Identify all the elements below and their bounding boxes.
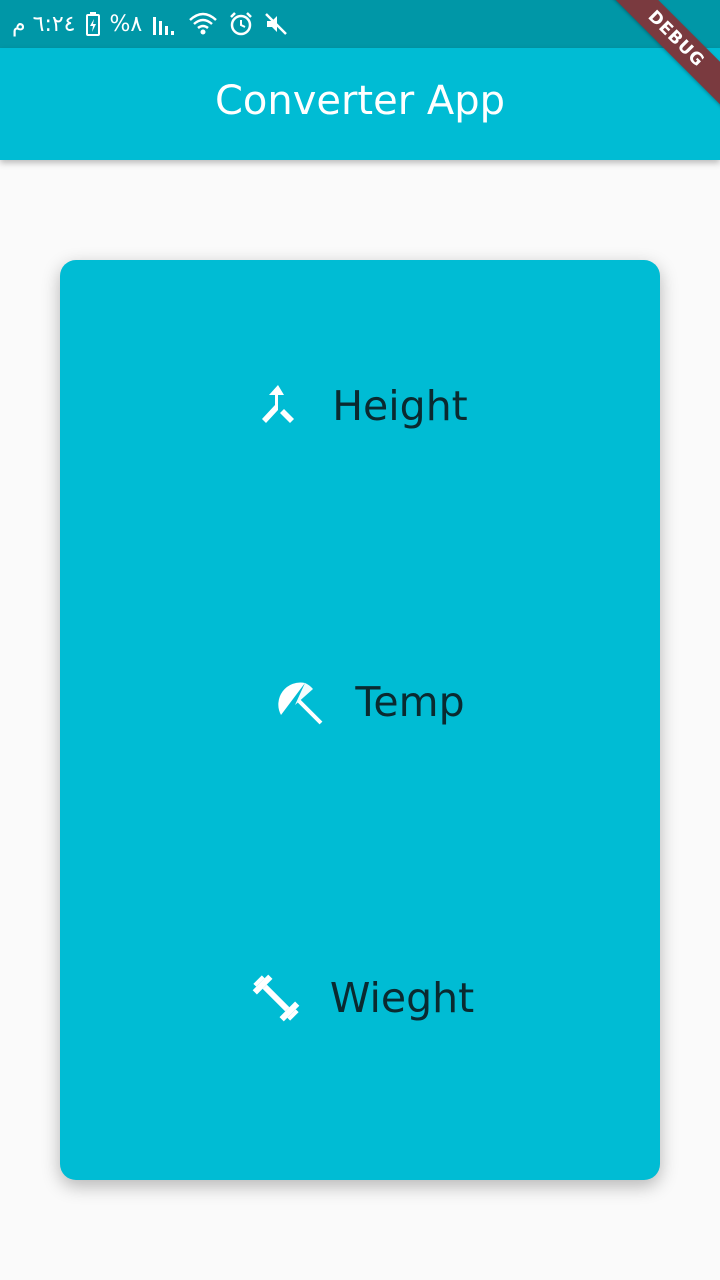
status-bar: ٦:٢٤ م %٨: [0, 0, 720, 48]
wifi-icon: [188, 12, 218, 36]
battery-icon: [85, 12, 100, 36]
menu-item-height[interactable]: Height: [60, 366, 660, 446]
mute-icon: [264, 12, 288, 36]
dumbbell-icon: [250, 972, 302, 1024]
beach-umbrella-icon: [275, 676, 327, 728]
menu-item-temp[interactable]: Temp: [70, 662, 670, 742]
status-time: ٦:٢٤ م: [12, 11, 76, 37]
battery-percent: %٨: [109, 11, 143, 37]
merge-icon: [252, 380, 304, 432]
menu-label-weight: Wieght: [329, 974, 475, 1022]
menu-label-temp: Temp: [355, 678, 465, 726]
status-icons: ٦:٢٤ م %٨: [12, 0, 288, 48]
converter-menu-card: Height Temp Wieght: [60, 260, 660, 1180]
menu-label-height: Height: [332, 382, 468, 430]
signal-icon: [152, 13, 178, 35]
alarm-icon: [228, 11, 254, 37]
app-bar: Converter App: [0, 48, 720, 160]
menu-item-weight[interactable]: Wieght: [62, 958, 662, 1038]
page-title: Converter App: [214, 78, 506, 124]
